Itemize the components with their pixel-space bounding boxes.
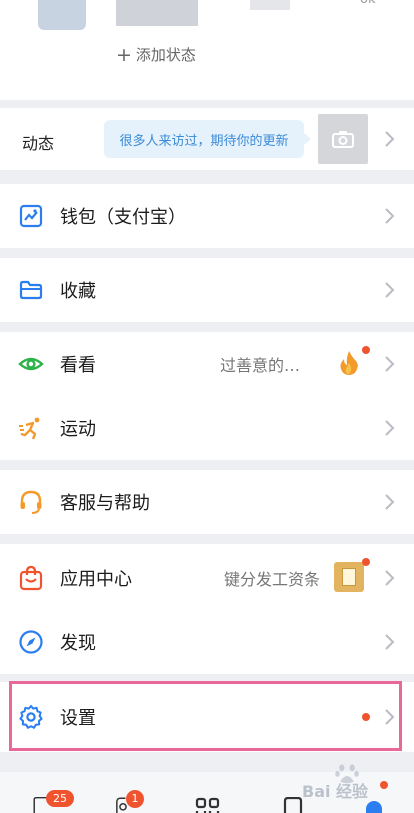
contacts-badge: 1: [126, 790, 144, 808]
camera-icon: [332, 131, 354, 148]
settings-highlight-box: [9, 681, 402, 751]
headset-icon: [20, 490, 42, 514]
eye-icon: [18, 357, 44, 371]
app-discover-card: 应用中心 键分发工资条 发现: [0, 544, 414, 674]
app-thumbnail: [334, 562, 364, 592]
running-icon: [19, 417, 40, 440]
menu-label-kankan: 看看: [60, 355, 96, 376]
chevron-right-icon: [384, 569, 396, 587]
add-status-button[interactable]: + 添加状态: [116, 44, 196, 65]
nickname-blurred: [116, 0, 198, 26]
chevron-right-icon: [384, 355, 396, 373]
notification-dot: [362, 346, 370, 354]
me-avatar-icon: [366, 801, 382, 813]
kankan-sport-card: 看看 过善意的… 运动: [0, 332, 414, 460]
notification-dot: [362, 558, 370, 566]
profile-section: ok + 添加状态: [0, 0, 414, 100]
dynamic-bubble-text: 很多人来访过，期待你的更新: [119, 133, 289, 149]
dynamic-label: 动态: [22, 134, 55, 153]
flame-icon: [340, 351, 358, 375]
menu-item-wallet[interactable]: 钱包（支付宝）: [0, 184, 414, 248]
menu-item-favorites[interactable]: 收藏: [0, 258, 414, 322]
tab-contacts[interactable]: 1: [110, 773, 150, 813]
chevron-right-icon: [384, 493, 396, 511]
menu-item-discover[interactable]: 发现: [0, 610, 414, 674]
menu-sub-app-center: 键分发工资条: [223, 570, 320, 589]
messages-badge: 25: [46, 790, 74, 807]
chevron-right-icon: [384, 130, 396, 148]
app-doc-icon: [342, 568, 356, 586]
wallet-icon: [19, 204, 43, 228]
account-blurred: [250, 0, 290, 10]
chevron-right-icon: [384, 633, 396, 651]
plus-icon: +: [116, 43, 132, 66]
menu-label-favorites: 收藏: [60, 281, 96, 302]
menu-label-service: 客服与帮助: [60, 493, 150, 514]
baidu-watermark: Bai 经验: [300, 756, 404, 802]
camera-thumbnail[interactable]: [318, 114, 368, 164]
chevron-right-icon: [384, 207, 396, 225]
dynamic-bubble: 很多人来访过，期待你的更新: [104, 120, 311, 158]
dynamic-row[interactable]: 动态 很多人来访过，期待你的更新: [0, 108, 414, 170]
menu-item-kankan[interactable]: 看看 过善意的…: [0, 332, 414, 396]
menu-sub-kankan: 过善意的…: [219, 356, 300, 375]
tab-messages[interactable]: 25: [28, 773, 74, 813]
chevron-right-icon: [384, 281, 396, 299]
watermark-text: Bai 经验: [302, 782, 369, 801]
menu-label-sport: 运动: [60, 419, 96, 440]
wallet-card: 钱包（支付宝）: [0, 184, 414, 248]
menu-label-app-center: 应用中心: [60, 569, 132, 590]
avatar[interactable]: [38, 0, 86, 30]
bubble-pointer: [304, 133, 311, 145]
add-status-label: 添加状态: [135, 46, 196, 64]
menu-label-wallet: 钱包（支付宝）: [60, 207, 186, 228]
menu-item-service[interactable]: 客服与帮助: [0, 470, 414, 534]
menu-item-sport[interactable]: 运动: [0, 396, 414, 460]
shopping-bag-icon: [19, 565, 43, 591]
service-card: 客服与帮助: [0, 470, 414, 534]
tab-apps[interactable]: [195, 773, 221, 813]
profile-corner-text: ok: [360, 0, 375, 7]
favorites-card: 收藏: [0, 258, 414, 322]
menu-item-app-center[interactable]: 应用中心 键分发工资条: [0, 546, 414, 610]
chevron-right-icon: [384, 419, 396, 437]
folder-icon: [19, 280, 43, 300]
menu-label-discover: 发现: [60, 633, 96, 654]
compass-icon: [19, 630, 43, 654]
grid-icon: [195, 797, 220, 813]
